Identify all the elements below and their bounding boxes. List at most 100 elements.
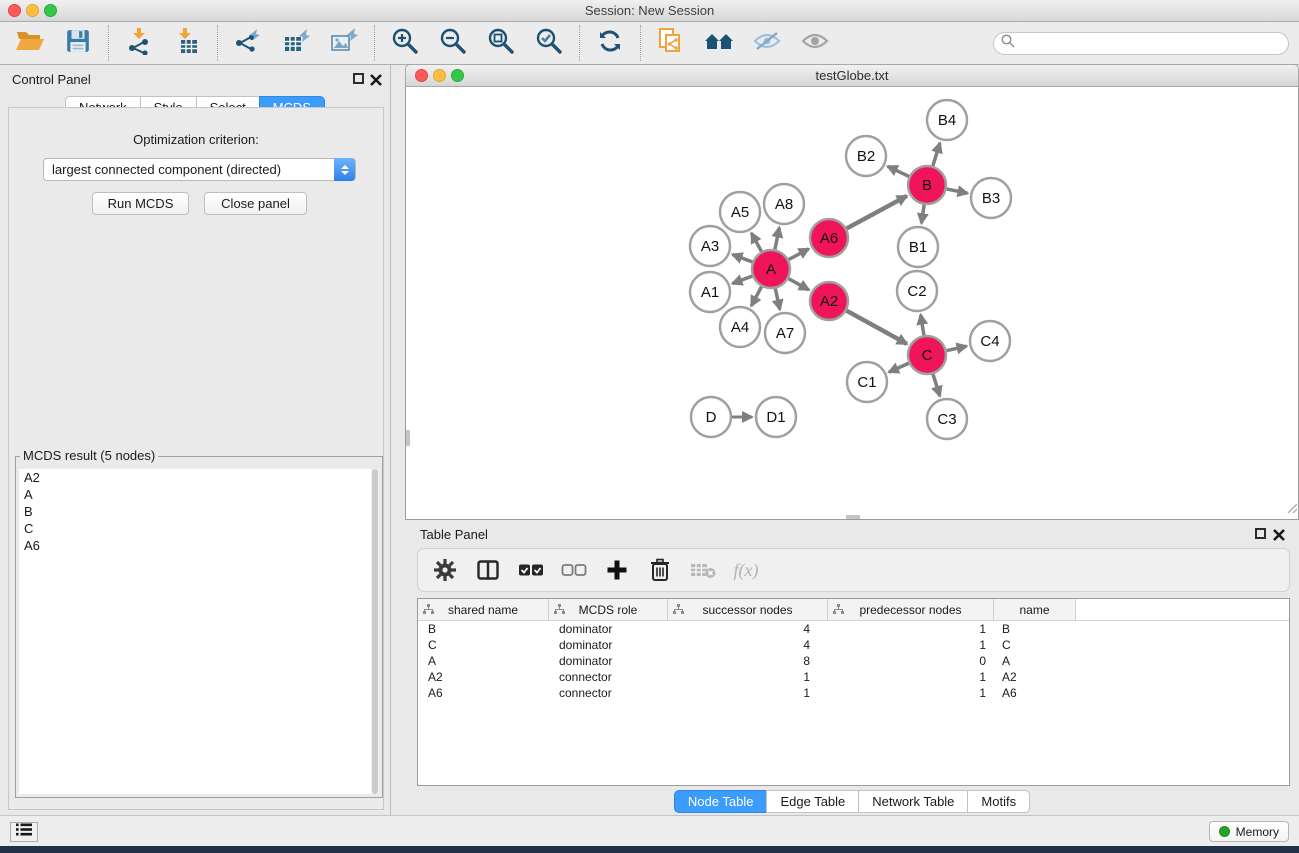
table-cell[interactable]: dominator: [549, 637, 668, 653]
table-cell[interactable]: A2: [994, 669, 1076, 685]
result-list-item[interactable]: B: [19, 503, 371, 520]
close-panel-icon[interactable]: [370, 73, 382, 85]
show-all-button[interactable]: [799, 27, 831, 59]
home-button[interactable]: [703, 27, 735, 59]
mcds-result-list[interactable]: A2ABCA6: [19, 469, 371, 794]
graph-edge-C-C1[interactable]: [889, 362, 911, 372]
minimize-network-icon[interactable]: [433, 69, 446, 82]
column-header-successor-nodes[interactable]: successor nodes: [668, 599, 828, 620]
graph-edge-A2-C[interactable]: [845, 310, 907, 344]
table-cell[interactable]: 1: [668, 685, 828, 701]
graph-node-B1[interactable]: B1: [898, 227, 938, 267]
graph-node-B3[interactable]: B3: [971, 178, 1011, 218]
graph-node-A8[interactable]: A8: [764, 184, 804, 224]
result-list-item[interactable]: C: [19, 520, 371, 537]
export-network-button[interactable]: [232, 27, 264, 59]
minimize-window-icon[interactable]: [26, 4, 39, 17]
graph-edge-B-B1[interactable]: [921, 203, 924, 223]
table-cell[interactable]: 1: [828, 685, 994, 701]
graph-edge-A-A6[interactable]: [787, 249, 809, 261]
zoom-selected-button[interactable]: [533, 27, 565, 59]
graph-edge-B-B4[interactable]: [932, 143, 940, 168]
graph-node-A5[interactable]: A5: [720, 192, 760, 232]
table-cell[interactable]: 0: [828, 653, 994, 669]
graph-node-A7[interactable]: A7: [765, 313, 805, 353]
graph-node-B4[interactable]: B4: [927, 100, 967, 140]
graph-node-C[interactable]: C: [908, 336, 946, 374]
network-canvas[interactable]: AA1A2A3A4A5A6A7A8BB1B2B3B4CC1C2C3C4DD1: [405, 87, 1299, 520]
table-row[interactable]: A2connector11A2: [418, 669, 1289, 685]
table-cell[interactable]: B: [418, 621, 549, 637]
search-field[interactable]: [993, 32, 1289, 55]
column-header-mcds-role[interactable]: MCDS role: [549, 599, 668, 620]
table-cell[interactable]: 1: [828, 669, 994, 685]
table-cell[interactable]: A: [418, 653, 549, 669]
zoom-out-button[interactable]: [437, 27, 469, 59]
node-table[interactable]: shared nameMCDS rolesuccessor nodesprede…: [417, 598, 1290, 786]
save-session-button[interactable]: [62, 27, 94, 59]
graph-node-A1[interactable]: A1: [690, 272, 730, 312]
graph-edge-A-A3[interactable]: [732, 254, 754, 262]
import-network-button[interactable]: [123, 27, 155, 59]
tab-edge-table[interactable]: Edge Table: [766, 790, 859, 813]
float-table-panel-icon[interactable]: [1255, 528, 1266, 539]
graph-edge-A-A4[interactable]: [751, 285, 762, 306]
export-table-button[interactable]: [280, 27, 312, 59]
graph-node-A2[interactable]: A2: [810, 282, 848, 320]
table-cell[interactable]: C: [418, 637, 549, 653]
optimization-criterion-dropdown[interactable]: largest connected component (directed): [43, 158, 356, 181]
network-window-titlebar[interactable]: testGlobe.txt: [405, 64, 1299, 87]
task-history-button[interactable]: [10, 822, 38, 842]
table-cell[interactable]: 4: [668, 637, 828, 653]
memory-button[interactable]: Memory: [1209, 821, 1289, 842]
duplicate-network-button[interactable]: [655, 27, 687, 59]
tab-motifs[interactable]: Motifs: [967, 790, 1030, 813]
resize-grip-icon[interactable]: [1285, 500, 1297, 518]
table-row[interactable]: Bdominator41B: [418, 621, 1289, 637]
column-header-shared-name[interactable]: shared name: [418, 599, 549, 620]
graph-edge-A-A5[interactable]: [751, 233, 762, 253]
result-list-item[interactable]: A: [19, 486, 371, 503]
result-list-item[interactable]: A2: [19, 469, 371, 486]
canvas-scroll-indicator[interactable]: [406, 430, 410, 446]
table-row[interactable]: A6connector11A6: [418, 685, 1289, 701]
graph-node-C4[interactable]: C4: [970, 321, 1010, 361]
table-cell[interactable]: 1: [828, 621, 994, 637]
zoom-in-button[interactable]: [389, 27, 421, 59]
table-row[interactable]: Cdominator41C: [418, 637, 1289, 653]
columns-icon[interactable]: [475, 557, 501, 583]
table-cell[interactable]: A6: [994, 685, 1076, 701]
run-mcds-button[interactable]: Run MCDS: [92, 192, 189, 215]
zoom-fit-button[interactable]: [485, 27, 517, 59]
result-list-item[interactable]: A6: [19, 537, 371, 554]
graph-edge-A-A2[interactable]: [787, 278, 809, 290]
table-cell[interactable]: dominator: [549, 653, 668, 669]
graph-node-C3[interactable]: C3: [927, 399, 967, 439]
table-cell[interactable]: 4: [668, 621, 828, 637]
close-table-panel-icon[interactable]: [1273, 528, 1285, 540]
tab-node-table[interactable]: Node Table: [674, 790, 768, 813]
table-cell[interactable]: connector: [549, 669, 668, 685]
table-cell[interactable]: C: [994, 637, 1076, 653]
graph-node-B2[interactable]: B2: [846, 136, 886, 176]
close-panel-button[interactable]: Close panel: [204, 192, 307, 215]
zoom-window-icon[interactable]: [44, 4, 57, 17]
close-window-icon[interactable]: [8, 4, 21, 17]
graph-edge-C-C2[interactable]: [921, 315, 925, 338]
graph-edge-C-C3[interactable]: [932, 372, 939, 396]
zoom-network-icon[interactable]: [451, 69, 464, 82]
close-network-icon[interactable]: [415, 69, 428, 82]
table-cell[interactable]: connector: [549, 685, 668, 701]
graph-node-D[interactable]: D: [691, 397, 731, 437]
deselect-all-icon[interactable]: [561, 557, 587, 583]
graph-edge-A-A1[interactable]: [732, 275, 754, 283]
float-panel-icon[interactable]: [353, 73, 364, 84]
canvas-scroll-indicator[interactable]: [846, 515, 860, 519]
select-all-icon[interactable]: [518, 557, 544, 583]
table-cell[interactable]: A6: [418, 685, 549, 701]
graph-edge-A-A7[interactable]: [775, 287, 780, 310]
graph-edge-C-C4[interactable]: [945, 346, 967, 351]
graph-edge-B-B2[interactable]: [888, 166, 911, 177]
graph-node-A3[interactable]: A3: [690, 226, 730, 266]
table-cell[interactable]: A: [994, 653, 1076, 669]
